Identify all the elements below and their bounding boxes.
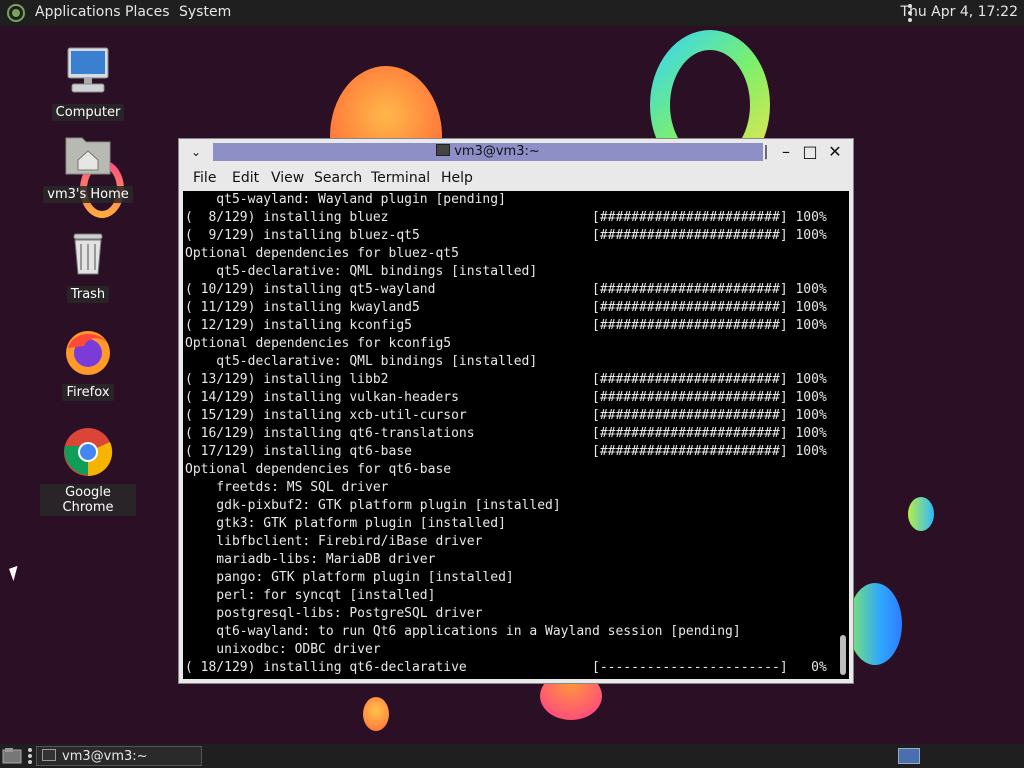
window-titlebar[interactable]: ⌄ vm3@vm3:~ | – □ ✕ [179,139,853,165]
terminal-output[interactable]: qt5-wayland: Wayland plugin [pending] ( … [183,191,837,679]
desktop-icon-home[interactable]: vm3's Home [40,128,136,203]
home-folder-icon [65,137,111,175]
menu-view[interactable]: View [271,170,304,186]
wallpaper-shape [908,497,934,531]
taskbar-item-terminal[interactable]: vm3@vm3:~ [36,746,202,766]
maximize-button[interactable]: □ [801,143,819,161]
window-title-area[interactable]: vm3@vm3:~ [213,143,763,161]
terminal-icon [436,144,451,156]
menu-file[interactable]: File [193,170,216,186]
wallpaper-shape [363,697,389,731]
minimize-button[interactable]: – [777,143,795,161]
close-button[interactable]: ✕ [826,143,844,161]
chrome-icon [64,428,113,477]
menu-edit[interactable]: Edit [232,170,259,186]
desktop-icon-label: Computer [51,104,125,121]
desktop-icon-label: Firefox [62,384,114,401]
desktop-icon-firefox[interactable]: Firefox [40,326,136,401]
wallpaper-shape [848,583,902,665]
terminal-window: ⌄ vm3@vm3:~ | – □ ✕ File Edit View Searc… [178,138,854,684]
clock[interactable]: Thu Apr 4, 17:22 [900,4,1018,20]
menu-terminal[interactable]: Terminal [371,170,430,186]
desktop-icon-trash[interactable]: Trash [40,228,136,303]
firefox-icon [66,331,110,375]
menu-places[interactable]: Places [125,4,170,20]
terminal-scrollbar[interactable] [837,191,849,679]
terminal-text: qt5-wayland: Wayland plugin [pending] ( … [185,192,827,675]
terminal-menubar: File Edit View Search Terminal Help [183,166,849,190]
show-desktop-icon[interactable] [2,747,22,765]
bottom-panel: vm3@vm3:~ [0,744,1024,768]
menu-help[interactable]: Help [441,170,473,186]
desktop-icon-chrome[interactable]: Google Chrome [40,426,136,516]
terminal-icon [42,749,56,761]
computer-icon [67,47,109,93]
menu-search[interactable]: Search [314,170,362,186]
window-title: vm3@vm3:~ [454,144,540,159]
mouse-pointer-icon [9,565,22,582]
desktop-icon-label: vm3's Home [43,186,133,203]
scrollbar-thumb[interactable] [840,635,846,675]
desktop-icon-computer[interactable]: Computer [40,46,136,121]
titlebar-separator: | [763,144,769,160]
trash-icon [73,233,103,275]
window-menu-chevron-icon[interactable]: ⌄ [187,143,205,161]
desktop-icon-label: Trash [66,286,110,303]
taskbar-item-label: vm3@vm3:~ [62,749,148,764]
desktop-icon-label: Google Chrome [40,484,136,516]
panel-handle-icon[interactable] [28,748,32,764]
workspace-switcher[interactable] [898,748,920,764]
top-panel: Applications Places System Thu Apr 4, 17… [0,0,1024,26]
menu-system[interactable]: System [179,4,231,20]
menu-applications[interactable]: Applications [35,4,121,20]
distro-logo-icon[interactable] [6,3,26,23]
